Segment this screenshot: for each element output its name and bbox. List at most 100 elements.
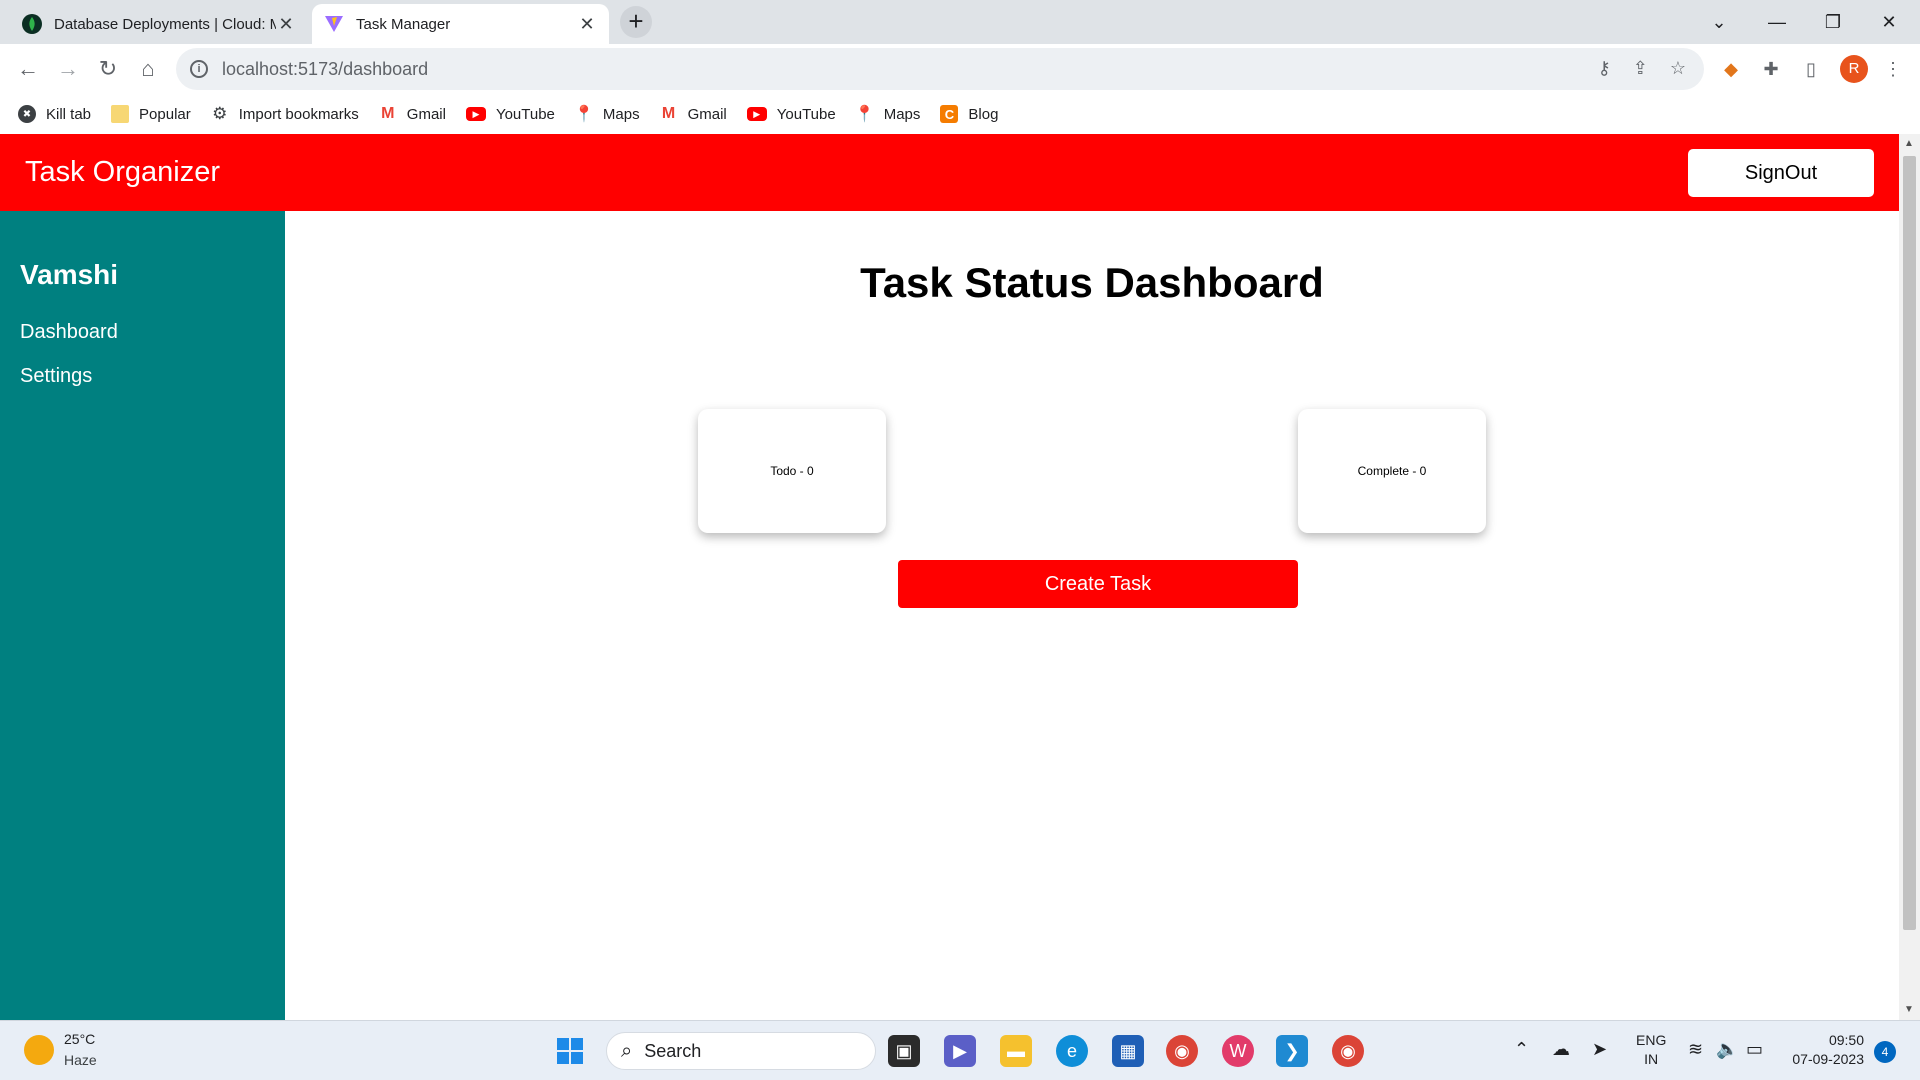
wifi-icon[interactable]: ≋: [1688, 1039, 1703, 1060]
location-arrow-icon[interactable]: ➤: [1592, 1039, 1607, 1060]
youtube-icon: ▶: [465, 107, 486, 121]
bookmark-label: Popular: [139, 105, 191, 123]
maps-icon: 📍: [854, 106, 875, 123]
bookmark-label: Kill tab: [46, 105, 92, 123]
bookmark-blog[interactable]: C Blog: [940, 105, 998, 123]
restore-icon[interactable]: ❐: [1808, 6, 1858, 38]
language-line2: IN: [1644, 1051, 1659, 1067]
scroll-up-arrow-icon[interactable]: ▲: [1904, 138, 1914, 149]
bookmark-label: Gmail: [406, 105, 446, 123]
windows-start-icon[interactable]: [554, 1035, 586, 1067]
search-icon: ⌕: [621, 1039, 633, 1062]
minimize-icon[interactable]: —: [1752, 6, 1802, 38]
tab-strip: Database Deployments | Cloud: M ✕ Task M…: [0, 0, 1920, 44]
page-scrollbar[interactable]: ▲ ▼: [1899, 134, 1920, 1020]
volume-icon[interactable]: 🔈: [1716, 1039, 1738, 1060]
bookmark-youtube[interactable]: ▶ YouTube: [465, 105, 555, 123]
bookmark-gmail[interactable]: M Gmail: [379, 105, 446, 123]
gear-icon: ⚙: [212, 104, 228, 123]
bookmark-label: YouTube: [776, 105, 836, 123]
forward-icon[interactable]: →: [52, 53, 84, 85]
notification-badge[interactable]: 4: [1874, 1041, 1896, 1063]
youtube-icon: ▶: [746, 107, 767, 121]
weather-sun-icon[interactable]: [24, 1035, 54, 1065]
home-icon[interactable]: ⌂: [132, 53, 164, 85]
vite-logo-icon: [324, 14, 344, 34]
language-line1: ENG: [1636, 1032, 1667, 1048]
key-icon[interactable]: ⚷: [1598, 58, 1611, 79]
page-title: Task Status Dashboard: [860, 259, 1324, 306]
close-tab-icon[interactable]: ✕: [276, 14, 296, 35]
taskbar-search-box[interactable]: ⌕ Search: [606, 1032, 876, 1070]
close-tab-icon[interactable]: ✕: [577, 14, 597, 35]
bookmark-maps[interactable]: 📍 Maps: [854, 105, 921, 124]
bookmark-maps[interactable]: 📍 Maps: [573, 105, 640, 124]
main-content: Task Status Dashboard Todo - 0 Complete …: [285, 211, 1899, 1020]
tab-task-manager[interactable]: Task Manager ✕: [312, 4, 609, 44]
side-panel-icon[interactable]: ▯: [1798, 56, 1824, 82]
windows-taskbar: 25°C Haze ⌕ Search ▣ ▶ ▬ e ▦ ◉ W ❯ ◉ ⌃ ☁…: [0, 1020, 1920, 1080]
tab-database-deployments[interactable]: Database Deployments | Cloud: M ✕: [10, 4, 308, 44]
system-clock[interactable]: 09:50 07-09-2023: [1780, 1031, 1864, 1069]
chrome-profile-icon[interactable]: ◉: [1332, 1035, 1364, 1067]
clock-time: 09:50: [1828, 1032, 1864, 1048]
bookmark-label: YouTube: [495, 105, 555, 123]
bookmark-gmail[interactable]: M Gmail: [660, 105, 727, 123]
star-icon[interactable]: ☆: [1670, 58, 1686, 79]
clock-date: 07-09-2023: [1792, 1051, 1864, 1067]
bookmark-label: Gmail: [687, 105, 727, 123]
bookmark-import[interactable]: ⚙ Import bookmarks: [211, 104, 359, 123]
bookmark-folder-popular[interactable]: Popular: [111, 105, 191, 123]
language-indicator[interactable]: ENG IN: [1636, 1031, 1666, 1069]
app-header: Task Organizer SignOut: [0, 134, 1899, 211]
back-icon[interactable]: ←: [12, 53, 44, 85]
maps-icon: 📍: [573, 106, 594, 123]
folder-icon: [111, 105, 130, 123]
sidebar: Vamshi Dashboard Settings: [0, 211, 285, 1020]
file-explorer-icon[interactable]: ▬: [1000, 1035, 1032, 1067]
bookmark-kill-tab[interactable]: ✖ Kill tab: [18, 105, 91, 123]
sidebar-item-settings[interactable]: Settings: [20, 365, 92, 388]
menu-kebab-icon[interactable]: ⋮: [1880, 56, 1906, 82]
scrollbar-thumb[interactable]: [1903, 156, 1916, 930]
todo-count-card: Todo - 0: [698, 409, 886, 533]
show-hidden-icons-chevron-icon[interactable]: ⌃: [1514, 1039, 1529, 1060]
todo-count-label: Todo - 0: [770, 464, 814, 478]
mongodb-leaf-icon: [22, 14, 42, 34]
bookmark-youtube[interactable]: ▶ YouTube: [746, 105, 836, 123]
edge-browser-icon[interactable]: e: [1056, 1035, 1088, 1067]
new-tab-button[interactable]: +: [620, 6, 652, 38]
bookmark-label: Import bookmarks: [238, 105, 359, 123]
tab-search-icon[interactable]: ⌄: [1694, 6, 1744, 38]
address-bar[interactable]: i localhost:5173/dashboard ⚷ ⇪ ☆: [176, 48, 1704, 90]
tab-title: Task Manager: [356, 15, 451, 33]
vscode-icon[interactable]: ❯: [1276, 1035, 1308, 1067]
scroll-down-arrow-icon[interactable]: ▼: [1904, 1004, 1914, 1015]
site-info-icon[interactable]: i: [190, 60, 208, 78]
battery-icon[interactable]: ▭: [1746, 1039, 1763, 1060]
signout-button[interactable]: SignOut: [1688, 149, 1874, 197]
page-viewport: Task Organizer SignOut Vamshi Dashboard …: [0, 134, 1920, 1020]
tab-title: Database Deployments | Cloud: M: [54, 15, 276, 33]
extensions-puzzle-icon[interactable]: ✚: [1758, 56, 1784, 82]
gmail-icon: M: [661, 105, 676, 122]
profile-avatar[interactable]: R: [1840, 55, 1868, 83]
sidebar-item-dashboard[interactable]: Dashboard: [20, 321, 118, 344]
task-view-icon[interactable]: ▣: [888, 1035, 920, 1067]
microsoft-store-icon[interactable]: ▦: [1112, 1035, 1144, 1067]
window-close-icon[interactable]: ✕: [1864, 6, 1914, 38]
wps-office-icon[interactable]: W: [1222, 1035, 1254, 1067]
chrome-icon[interactable]: ◉: [1166, 1035, 1198, 1067]
kill-tab-icon: ✖: [18, 105, 36, 123]
create-task-button[interactable]: Create Task: [898, 560, 1298, 608]
teams-chat-icon[interactable]: ▶: [944, 1035, 976, 1067]
reload-icon[interactable]: ↻: [92, 53, 124, 85]
onedrive-error-icon[interactable]: ☁: [1552, 1039, 1570, 1060]
share-icon[interactable]: ⇪: [1633, 58, 1648, 79]
bookmark-label: Maps: [883, 105, 921, 123]
metamask-fox-icon[interactable]: ◆: [1718, 56, 1744, 82]
weather-description: Haze: [64, 1052, 97, 1068]
complete-count-card: Complete - 0: [1298, 409, 1486, 533]
user-name: Vamshi: [20, 259, 119, 290]
weather-temperature: 25°C: [64, 1031, 96, 1047]
